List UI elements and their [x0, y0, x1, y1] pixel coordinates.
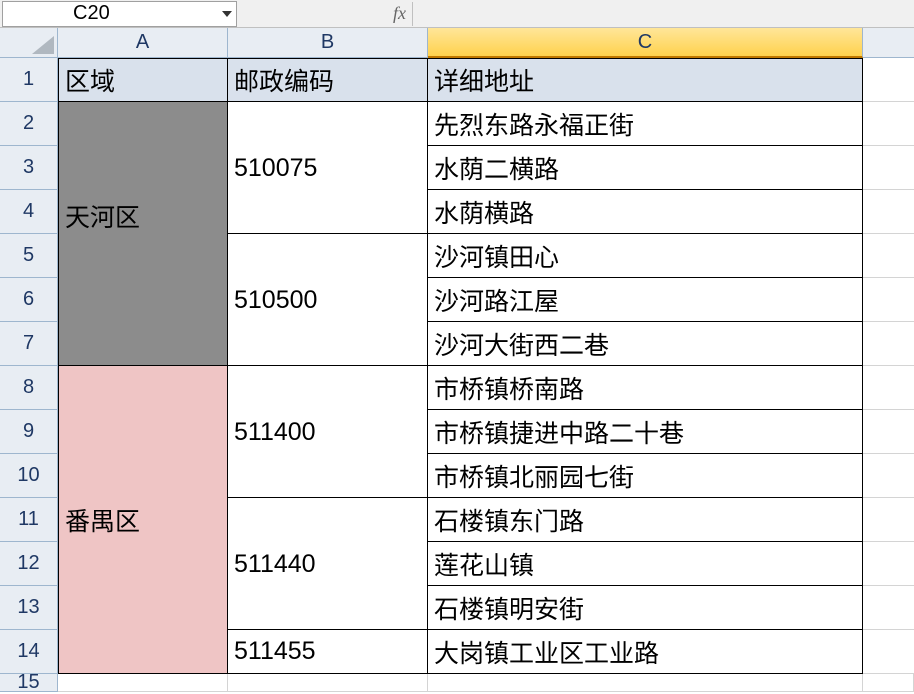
- empty-cell[interactable]: [863, 674, 914, 692]
- region-cell[interactable]: [58, 410, 228, 454]
- cell-reference: C20: [73, 2, 110, 25]
- address-cell[interactable]: 莲花山镇: [428, 542, 863, 586]
- postal-cell[interactable]: [228, 498, 428, 542]
- region-cell[interactable]: [58, 278, 228, 322]
- region-cell[interactable]: [58, 542, 228, 586]
- empty-cell[interactable]: [228, 674, 428, 692]
- address-cell[interactable]: 水荫二横路: [428, 146, 863, 190]
- empty-cell[interactable]: [428, 674, 863, 692]
- region-cell[interactable]: [58, 630, 228, 674]
- row-header[interactable]: 14: [0, 630, 58, 674]
- name-box[interactable]: C20: [2, 1, 237, 27]
- address-cell[interactable]: 沙河大街西二巷: [428, 322, 863, 366]
- column-header-a[interactable]: A: [58, 28, 228, 58]
- postal-cell[interactable]: 511400: [228, 410, 428, 454]
- formula-input[interactable]: [412, 2, 914, 26]
- postal-cell[interactable]: [228, 190, 428, 234]
- postal-cell[interactable]: 510075: [228, 146, 428, 190]
- postal-cell[interactable]: 511440: [228, 542, 428, 586]
- header-address[interactable]: 详细地址: [428, 58, 863, 102]
- address-cell[interactable]: 沙河镇田心: [428, 234, 863, 278]
- region-cell[interactable]: [58, 102, 228, 146]
- region-cell[interactable]: [58, 234, 228, 278]
- postal-cell[interactable]: [228, 454, 428, 498]
- address-cell[interactable]: 市桥镇捷进中路二十巷: [428, 410, 863, 454]
- postal-cell[interactable]: 511455: [228, 630, 428, 674]
- header-postal[interactable]: 邮政编码: [228, 58, 428, 102]
- address-cell[interactable]: 石楼镇明安街: [428, 586, 863, 630]
- postal-cell[interactable]: [228, 586, 428, 630]
- column-header-c[interactable]: C: [428, 28, 863, 58]
- postal-cell[interactable]: [228, 366, 428, 410]
- address-cell[interactable]: 大岗镇工业区工业路: [428, 630, 863, 674]
- address-cell[interactable]: 市桥镇桥南路: [428, 366, 863, 410]
- address-cell[interactable]: 水荫横路: [428, 190, 863, 234]
- row-header[interactable]: 9: [0, 410, 58, 454]
- row-header[interactable]: 15: [0, 674, 58, 692]
- region-cell[interactable]: [58, 454, 228, 498]
- region-cell[interactable]: [58, 366, 228, 410]
- row-header[interactable]: 3: [0, 146, 58, 190]
- region-cell[interactable]: [58, 322, 228, 366]
- region-cell[interactable]: [58, 146, 228, 190]
- row-header[interactable]: 5: [0, 234, 58, 278]
- select-all-corner[interactable]: [0, 28, 58, 58]
- postal-cell[interactable]: [228, 234, 428, 278]
- address-cell[interactable]: 先烈东路永福正街: [428, 102, 863, 146]
- address-cell[interactable]: 沙河路江屋: [428, 278, 863, 322]
- empty-cell[interactable]: [58, 674, 228, 692]
- region-cell[interactable]: 番禺区: [58, 498, 228, 542]
- row-header[interactable]: 7: [0, 322, 58, 366]
- row-header[interactable]: 12: [0, 542, 58, 586]
- postal-cell[interactable]: [228, 322, 428, 366]
- region-cell[interactable]: [58, 586, 228, 630]
- fx-icon[interactable]: fx: [387, 3, 412, 24]
- postal-cell[interactable]: [228, 102, 428, 146]
- row-header[interactable]: 2: [0, 102, 58, 146]
- region-cell[interactable]: 天河区: [58, 190, 228, 234]
- row-header[interactable]: 11: [0, 498, 58, 542]
- chevron-down-icon[interactable]: [222, 11, 232, 17]
- column-header-b[interactable]: B: [228, 28, 428, 58]
- row-header[interactable]: 4: [0, 190, 58, 234]
- formula-bar: C20 fx: [0, 0, 914, 28]
- header-region[interactable]: 区域: [58, 58, 228, 102]
- address-cell[interactable]: 石楼镇东门路: [428, 498, 863, 542]
- postal-cell[interactable]: 510500: [228, 278, 428, 322]
- row-header[interactable]: 13: [0, 586, 58, 630]
- address-cell[interactable]: 市桥镇北丽园七街: [428, 454, 863, 498]
- row-header[interactable]: 8: [0, 366, 58, 410]
- column-header-extra[interactable]: [863, 28, 914, 58]
- row-header[interactable]: 6: [0, 278, 58, 322]
- row-header[interactable]: 10: [0, 454, 58, 498]
- row-header[interactable]: 1: [0, 58, 58, 102]
